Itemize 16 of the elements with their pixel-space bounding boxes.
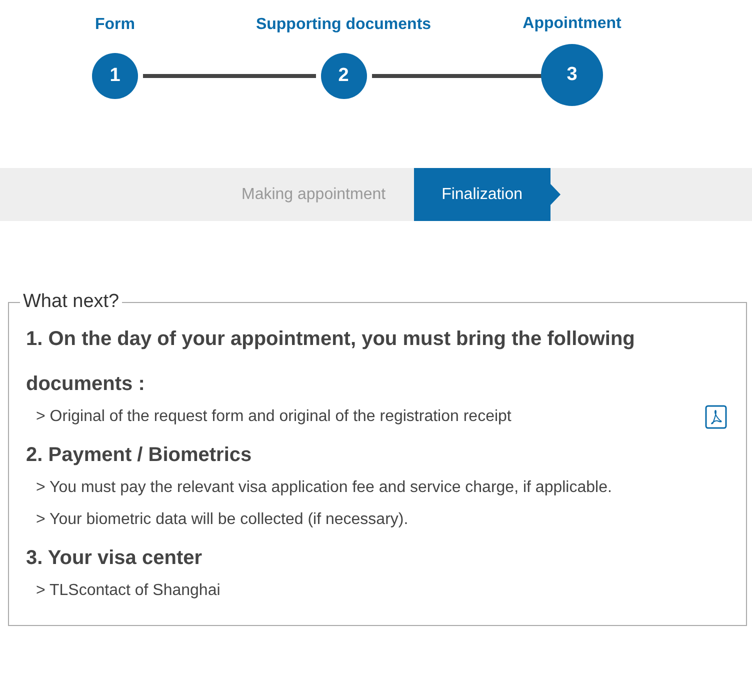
item-text: > TLScontact of Shanghai bbox=[36, 582, 220, 600]
step-number: 2 bbox=[320, 53, 366, 99]
step-number: 3 bbox=[541, 44, 603, 106]
pdf-icon[interactable] bbox=[705, 405, 727, 429]
panel-legend: What next? bbox=[20, 291, 122, 313]
section-heading: 1. On the day of your appointment, you must bring the following documents : bbox=[26, 327, 636, 397]
item-text: > Your biometric data will be collected (if necessary). bbox=[36, 511, 408, 529]
step-label: Appointment bbox=[522, 15, 622, 33]
item-text: > Original of the request form and original of the registration receipt bbox=[36, 408, 512, 426]
section-heading: 3. Your visa center bbox=[26, 546, 204, 571]
substep-tab[interactable]: Finalization bbox=[414, 168, 561, 221]
step-label: Supporting documents bbox=[256, 16, 432, 34]
section-heading: 2. Payment / Biometrics bbox=[26, 443, 253, 468]
item-text: > You must pay the relevant visa application fee and service charge, if applicable. bbox=[36, 479, 612, 497]
step-number: 1 bbox=[92, 53, 138, 99]
step-label: Form bbox=[95, 16, 135, 34]
